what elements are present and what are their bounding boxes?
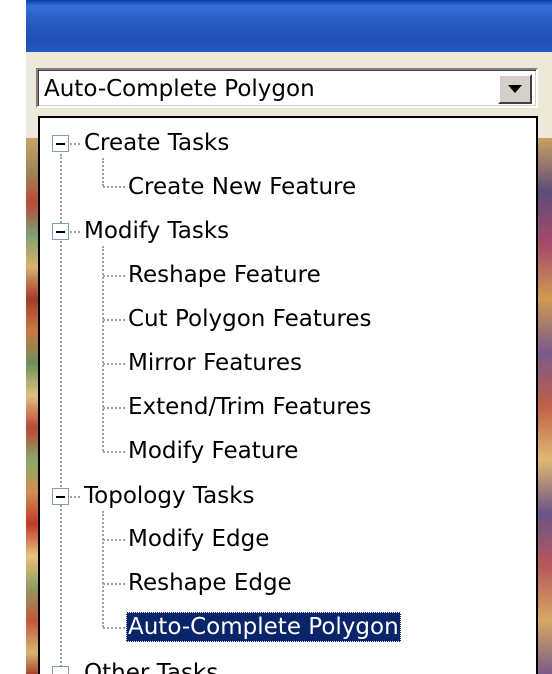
tree-item-auto-complete-polygon[interactable]: Auto-Complete Polygon <box>126 612 401 642</box>
tree-item-create-new-feature[interactable]: Create New Feature <box>126 172 358 202</box>
tree-connector <box>103 363 125 365</box>
tree-item-reshape-edge[interactable]: Reshape Edge <box>126 568 294 598</box>
tree-group-other-tasks[interactable]: Other Tasks <box>82 658 220 674</box>
tree-connector <box>70 231 80 233</box>
tree-item-cut-polygon-features[interactable]: Cut Polygon Features <box>126 304 374 334</box>
tree-line-create <box>102 158 104 186</box>
tree-group-create-tasks[interactable]: Create Tasks <box>82 128 231 158</box>
collapse-icon[interactable] <box>52 488 69 505</box>
tree-connector <box>70 496 80 498</box>
combo-dropdown-button[interactable] <box>498 74 532 104</box>
task-dropdown-list[interactable]: Create Tasks Create New Feature Modify T… <box>38 116 538 674</box>
tree-connector <box>103 627 125 629</box>
chevron-down-icon <box>508 85 522 93</box>
collapse-icon[interactable] <box>52 223 69 240</box>
tree-connector <box>103 583 125 585</box>
tree-connector <box>103 407 125 409</box>
tree-connector <box>103 186 125 188</box>
map-background-right <box>536 138 552 674</box>
tree-item-modify-feature[interactable]: Modify Feature <box>126 436 300 466</box>
tree-item-reshape-feature[interactable]: Reshape Feature <box>126 260 323 290</box>
tree-item-modify-edge[interactable]: Modify Edge <box>126 524 271 554</box>
window-titlebar[interactable] <box>26 0 552 52</box>
tree-item-mirror-features[interactable]: Mirror Features <box>126 348 304 378</box>
tree-connector <box>103 319 125 321</box>
tree-connector <box>103 275 125 277</box>
background-left <box>0 0 26 674</box>
tree-line-topology <box>102 511 104 627</box>
tree-item-extend-trim-features[interactable]: Extend/Trim Features <box>126 392 373 422</box>
tree-connector <box>103 539 125 541</box>
collapse-icon[interactable] <box>52 135 69 152</box>
task-combo-box[interactable]: Auto-Complete Polygon <box>36 68 538 108</box>
collapse-icon[interactable] <box>52 666 69 674</box>
task-combo-value: Auto-Complete Polygon <box>44 76 315 102</box>
tree-group-topology-tasks[interactable]: Topology Tasks <box>82 481 257 511</box>
tree-connector <box>103 451 125 453</box>
tree-connector <box>70 143 80 145</box>
tree-group-modify-tasks[interactable]: Modify Tasks <box>82 216 231 246</box>
